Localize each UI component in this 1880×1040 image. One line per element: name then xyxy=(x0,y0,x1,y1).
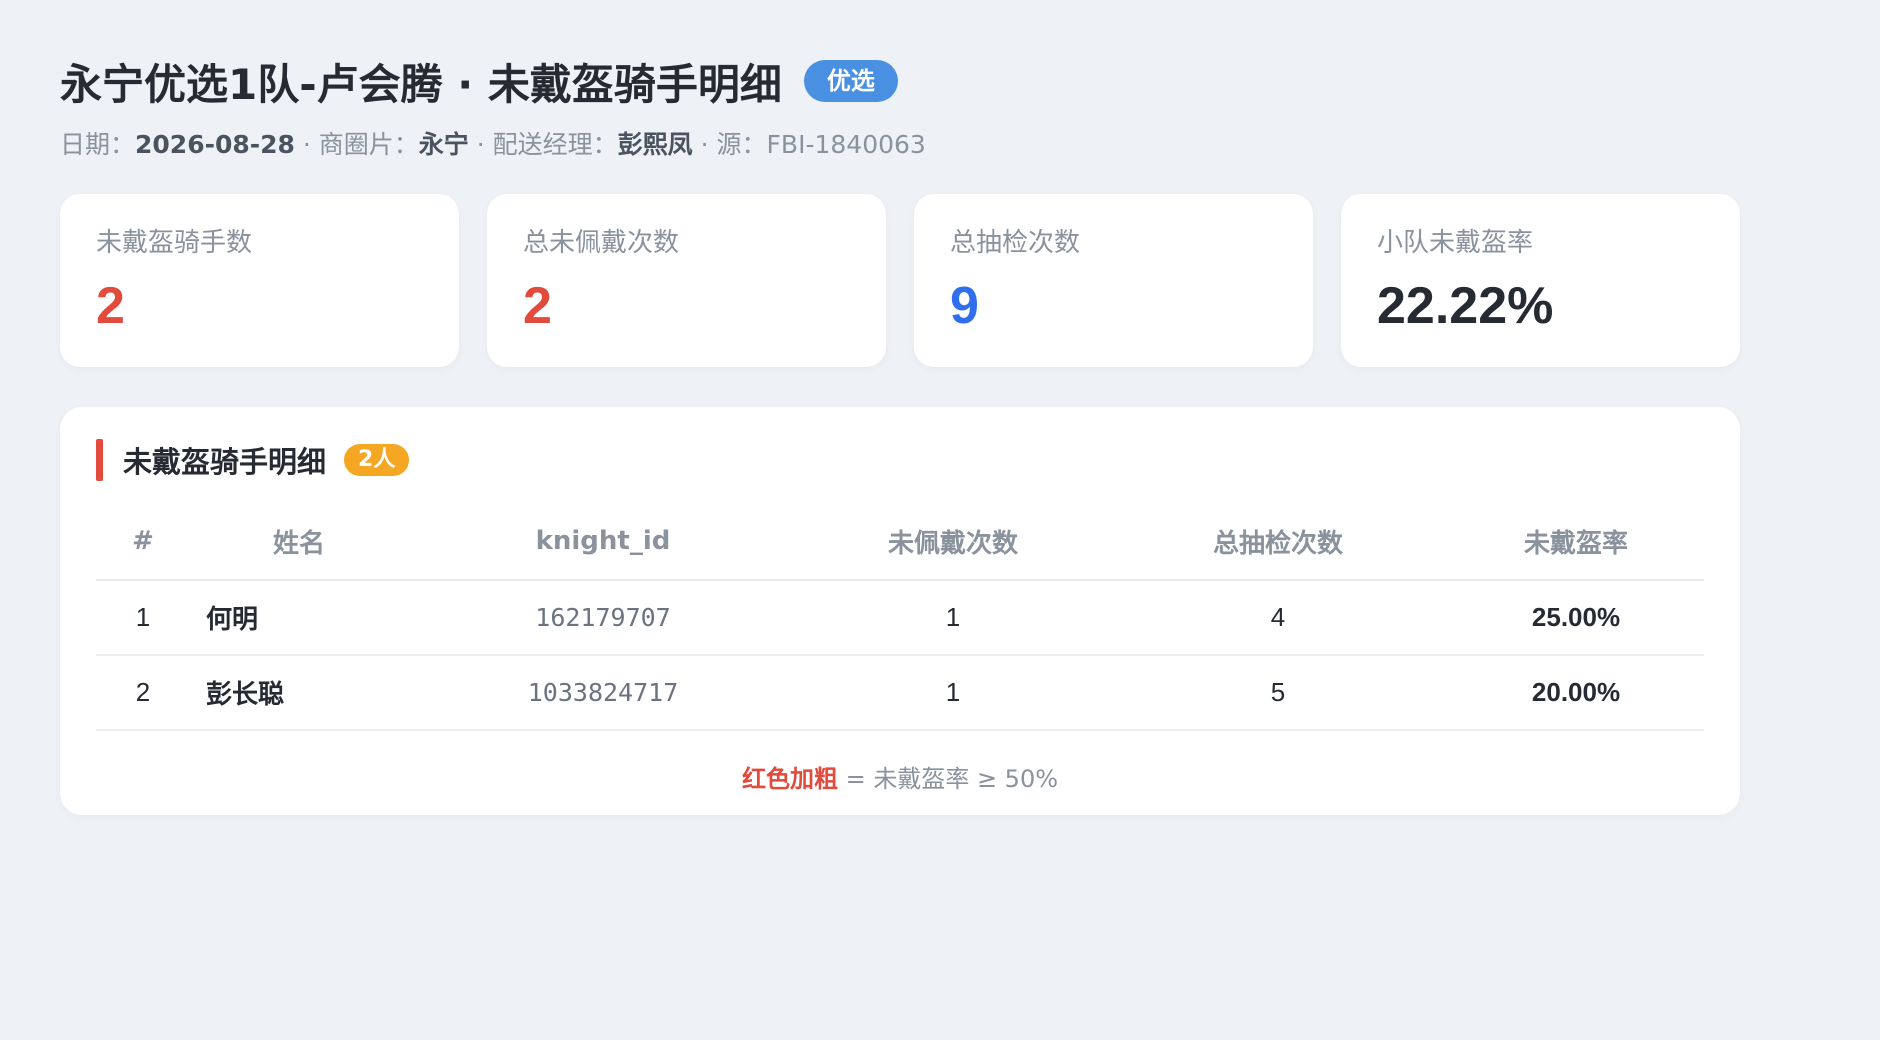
page-title: 永宁优选1队-卢会腾 · 未戴盔骑手明细 xyxy=(60,59,782,109)
cell-knight-id: 1033824717 xyxy=(408,655,798,731)
legend-text: = 未戴盔率 ≥ 50% xyxy=(837,765,1059,793)
page: 永宁优选1队-卢会腾 · 未戴盔骑手明细 优选 日期：2026-08-28 · … xyxy=(0,0,1880,1040)
cell-no-helmet: 1 xyxy=(798,580,1108,656)
cell-no-helmet: 1 xyxy=(798,655,1108,731)
stat-card-riders: 未戴盔骑手数 2 xyxy=(60,194,459,367)
stat-card-checks: 总抽检次数 9 xyxy=(914,194,1313,367)
detail-panel: 未戴盔骑手明细 2人 # 姓名 knight_id 未佩戴次数 总抽检次数 未戴… xyxy=(60,407,1740,815)
stat-value: 2 xyxy=(96,277,125,335)
cell-total-checks: 4 xyxy=(1108,580,1448,656)
meta-separator: · xyxy=(692,130,717,159)
manager-label: 配送经理： xyxy=(492,130,618,159)
stat-value: 9 xyxy=(950,277,979,335)
column-header-rate[interactable]: 未戴盔率 xyxy=(1448,503,1704,581)
title-row: 永宁优选1队-卢会腾 · 未戴盔骑手明细 优选 xyxy=(60,54,1820,109)
meta-line: 日期：2026-08-28 · 商圈片：永宁 · 配送经理：彭熙凤 · 源：FB… xyxy=(60,128,1820,162)
meta-separator: · xyxy=(468,130,493,159)
stat-label: 总未佩戴次数 xyxy=(523,228,680,258)
column-header-total-checks[interactable]: 总抽检次数 xyxy=(1108,503,1448,581)
source-label: 源： xyxy=(716,130,767,159)
date-label: 日期： xyxy=(60,130,136,159)
accent-bar xyxy=(96,439,103,481)
zone-label: 商圈片： xyxy=(318,130,419,159)
stat-label: 小队未戴盔率 xyxy=(1377,228,1534,258)
legend-highlight: 红色加粗 xyxy=(741,765,838,793)
cell-name: 何明 xyxy=(190,580,408,656)
table-row[interactable]: 1 何明 162179707 1 4 25.00% xyxy=(96,580,1704,656)
table-row[interactable]: 2 彭长聪 1033824717 1 5 20.00% xyxy=(96,655,1704,731)
stat-cards: 未戴盔骑手数 2 总未佩戴次数 2 总抽检次数 9 小队未戴盔率 22.22% xyxy=(60,194,1820,367)
cell-total-checks: 5 xyxy=(1108,655,1448,731)
column-header-no-helmet[interactable]: 未佩戴次数 xyxy=(798,503,1108,581)
panel-title: 未戴盔骑手明细 xyxy=(123,445,327,479)
legend-note: 红色加粗 = 未戴盔率 ≥ 50% xyxy=(96,759,1704,794)
column-header-index[interactable]: # xyxy=(96,503,190,581)
column-header-knight-id[interactable]: knight_id xyxy=(408,503,798,581)
cell-index: 2 xyxy=(96,655,190,731)
riders-table: # 姓名 knight_id 未佩戴次数 总抽检次数 未戴盔率 1 何明 162… xyxy=(96,503,1704,731)
panel-header: 未戴盔骑手明细 2人 xyxy=(96,439,1704,481)
cell-rate: 20.00% xyxy=(1448,655,1704,731)
table-header-row: # 姓名 knight_id 未佩戴次数 总抽检次数 未戴盔率 xyxy=(96,503,1704,581)
stat-value: 2 xyxy=(523,277,552,335)
stat-card-violations: 总未佩戴次数 2 xyxy=(487,194,886,367)
stat-label: 总抽检次数 xyxy=(950,228,1081,258)
stat-card-rate: 小队未戴盔率 22.22% xyxy=(1341,194,1740,367)
cell-index: 1 xyxy=(96,580,190,656)
category-badge: 优选 xyxy=(803,60,898,102)
zone-value: 永宁 xyxy=(418,130,469,159)
meta-separator: · xyxy=(294,130,319,159)
cell-knight-id: 162179707 xyxy=(408,580,798,656)
date-value: 2026-08-28 xyxy=(135,130,295,159)
column-header-name[interactable]: 姓名 xyxy=(190,503,408,581)
cell-rate: 25.00% xyxy=(1448,580,1704,656)
count-badge: 2人 xyxy=(344,444,410,476)
manager-value: 彭熙凤 xyxy=(617,130,693,159)
stat-label: 未戴盔骑手数 xyxy=(96,228,253,258)
cell-name: 彭长聪 xyxy=(190,655,408,731)
stat-value: 22.22% xyxy=(1377,277,1554,335)
source-value: FBI-1840063 xyxy=(766,130,926,159)
